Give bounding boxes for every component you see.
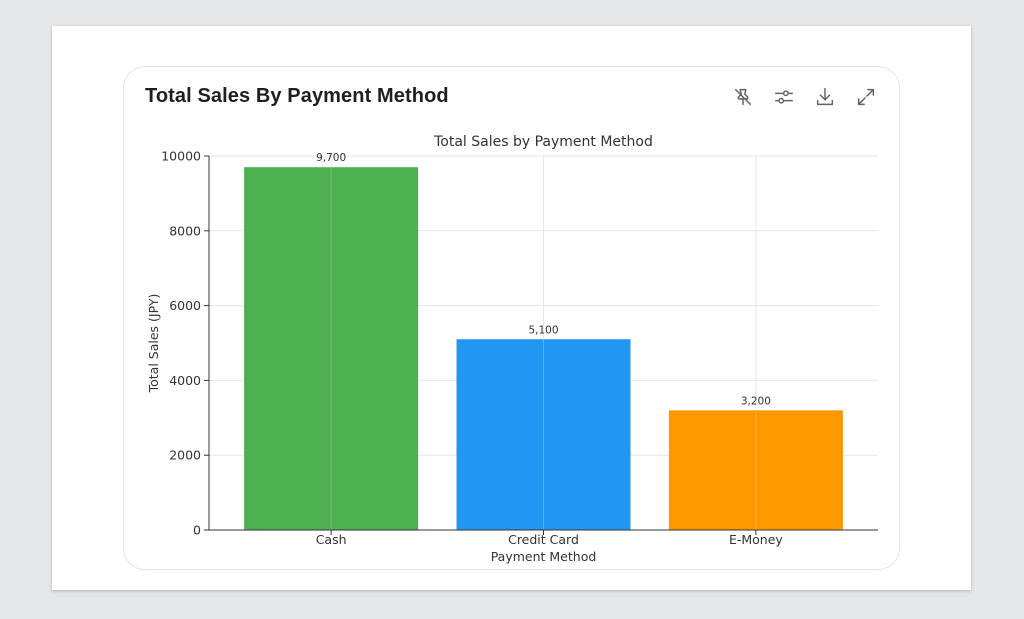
y-ticks: 0 2000 4000 6000 8000 10000 [161,149,209,538]
x-axis-label: Payment Method [491,549,597,564]
x-tick-label: Cash [316,532,347,547]
y-tick-label: 2000 [169,448,201,463]
x-tick-label: E-Money [729,532,783,547]
y-tick-label: 6000 [169,298,201,313]
bar-value-label: 9,700 [316,152,346,164]
bar-value-label: 3,200 [741,395,771,407]
y-axis-label: Total Sales (JPY) [146,294,161,394]
y-tick-label: 4000 [169,373,201,388]
x-ticks: Cash Credit Card E-Money [316,530,783,547]
chart-title: Total Sales by Payment Method [433,134,653,150]
y-tick-label: 0 [193,523,201,538]
bar-value-label: 5,100 [528,324,558,336]
y-tick-label: 8000 [169,223,201,238]
y-tick-label: 10000 [161,149,201,164]
bar-chart: 0 2000 4000 6000 8000 10000 Cash Credit Card E-… [146,134,878,564]
x-tick-label: Credit Card [508,532,579,547]
